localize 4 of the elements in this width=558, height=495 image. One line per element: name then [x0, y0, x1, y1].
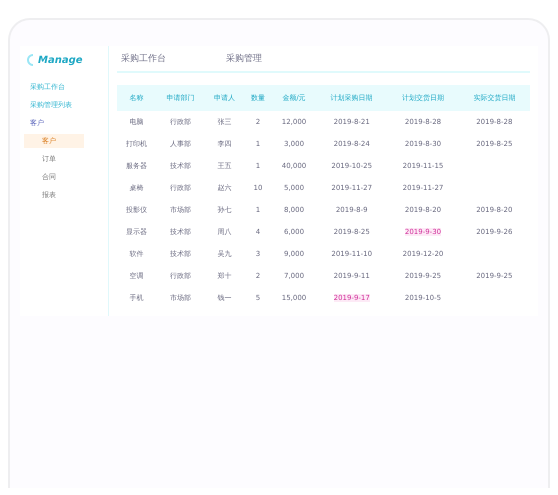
breadcrumb-item[interactable]: 采购管理	[226, 52, 262, 65]
breadcrumb-item[interactable]: 采购工作台	[121, 52, 166, 65]
brand-name: Manage	[38, 54, 83, 66]
logo-icon	[24, 52, 36, 68]
